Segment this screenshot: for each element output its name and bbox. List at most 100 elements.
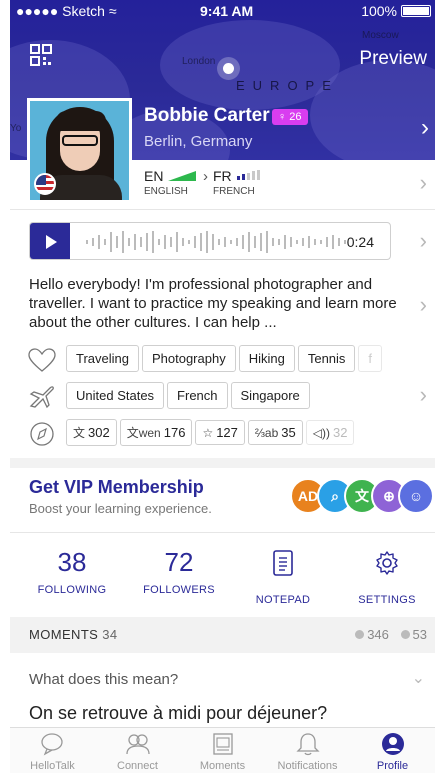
- compass-icon: [30, 422, 54, 446]
- chevron-right-icon: ›: [419, 228, 427, 253]
- star-icon: ☆: [202, 426, 214, 440]
- learning-level-bars: [237, 169, 267, 180]
- people-icon: [125, 734, 150, 755]
- tab-connect[interactable]: Connect: [95, 732, 180, 772]
- moments-count: 34: [102, 627, 118, 642]
- vip-feature-icons[interactable]: AD ⌕ 文 ⊕ ☺: [280, 478, 434, 518]
- level-bar: [247, 172, 250, 180]
- languages-row[interactable]: EN ENGLISH FR FRENCH ›: [10, 160, 435, 210]
- interests-row: Traveling Photography Hiking Tennis f: [10, 343, 435, 377]
- following-label: FOLLOWING: [37, 584, 107, 596]
- profile-screen: Moscow London EUROPE Yo ●●●●● Sketch ≈ 9…: [10, 0, 435, 773]
- followers-label: FOLLOWERS: [143, 584, 215, 596]
- stat-chip[interactable]: 文 302: [66, 419, 117, 446]
- stat-chip[interactable]: ◁)) 32: [305, 420, 355, 445]
- following-number: 38: [57, 547, 87, 577]
- level-bar: [242, 174, 245, 180]
- age-gender-badge: ♀ 26: [272, 109, 308, 125]
- transliterate-icon: 文wen: [126, 426, 161, 440]
- chevron-right-icon[interactable]: ›: [420, 292, 427, 318]
- interests-tags: Traveling Photography Hiking Tennis f: [66, 345, 385, 372]
- chevron-down-icon[interactable]: ⌄: [412, 668, 425, 688]
- stat-chip[interactable]: ☆ 127: [195, 420, 245, 445]
- native-language: EN ENGLISH: [144, 168, 188, 197]
- settings-label: SETTINGS: [358, 594, 416, 606]
- place-tag[interactable]: United States: [66, 382, 165, 409]
- profile-name: Bobbie Carter: [144, 105, 270, 126]
- places-row[interactable]: United States French Singapore ›: [10, 380, 435, 414]
- status-bar: ●●●●● Sketch ≈ 9:41 AM 100%: [10, 0, 435, 22]
- arrow-right-icon: ›: [203, 168, 208, 185]
- play-button[interactable]: [30, 223, 70, 259]
- heart-icon: [28, 348, 56, 372]
- stat-value: 302: [88, 425, 110, 440]
- section-divider: [10, 458, 435, 468]
- preview-button[interactable]: Preview: [359, 48, 427, 70]
- moments-comments: 53: [412, 627, 427, 642]
- map-location-dot: [223, 63, 234, 74]
- tab-profile[interactable]: Profile: [350, 732, 435, 772]
- learning-stats-row: 文 302 文wen 176 ☆ 127 ⅔ab 35 ◁)) 32: [10, 417, 435, 451]
- interest-tag[interactable]: Photography: [141, 345, 236, 372]
- followers-count[interactable]: 72 FOLLOWERS: [129, 547, 229, 596]
- moments-engagement: 346 53: [347, 627, 427, 642]
- tab-moments[interactable]: Moments: [180, 732, 265, 772]
- interest-tag[interactable]: f: [358, 345, 383, 372]
- gear-icon: [376, 551, 398, 575]
- places-tags: United States French Singapore: [66, 382, 313, 409]
- chat-icon: [40, 733, 63, 756]
- following-count[interactable]: 38 FOLLOWING: [22, 547, 122, 596]
- tab-profile-label: Profile: [376, 760, 409, 772]
- bell-icon: [295, 733, 320, 756]
- tab-moments-label: Moments: [199, 760, 246, 772]
- vip-subtitle: Boost your learning experience.: [29, 501, 212, 516]
- stat-value: 176: [163, 425, 186, 440]
- stat-chip[interactable]: 文wen 176: [119, 419, 193, 446]
- level-bar: [257, 169, 260, 180]
- place-tag[interactable]: French: [167, 382, 228, 409]
- bio-text: Hello everybody! I'm professional photog…: [29, 276, 397, 331]
- question-title[interactable]: What does this mean?: [29, 671, 178, 688]
- qr-code-icon[interactable]: [30, 44, 52, 66]
- smile-icon: ☺: [398, 478, 434, 514]
- level-bar: [237, 176, 240, 180]
- settings-button[interactable]: SETTINGS: [337, 547, 435, 606]
- airplane-icon: [29, 386, 54, 409]
- interest-tag[interactable]: Hiking: [238, 345, 295, 372]
- map-label-london: London: [182, 56, 216, 67]
- followers-number: 72: [164, 547, 194, 577]
- notepad-label: NOTEPAD: [255, 594, 311, 606]
- battery-icon: [401, 5, 431, 17]
- learning-language-name: FRENCH: [213, 186, 255, 197]
- stat-value: 35: [281, 425, 296, 440]
- status-time: 9:41 AM: [200, 3, 254, 19]
- interest-tag[interactable]: Traveling: [66, 345, 139, 372]
- question-text[interactable]: On se retrouve à midi pour déjeuner?: [29, 703, 327, 724]
- native-language-name: ENGLISH: [144, 186, 188, 197]
- place-tag[interactable]: Singapore: [230, 382, 310, 409]
- tab-notifications[interactable]: Notifications: [265, 732, 350, 772]
- notepad-icon: [273, 550, 293, 576]
- level-bar: [252, 171, 255, 180]
- voice-intro-row: 0:24 ›: [10, 210, 435, 270]
- profile-counts: 38 FOLLOWING 72 FOLLOWERS NOTEPAD SETTIN…: [10, 532, 435, 610]
- notepad-button[interactable]: NOTEPAD: [233, 547, 333, 606]
- map-label-moscow: Moscow: [362, 30, 399, 41]
- stat-value: 32: [332, 425, 348, 440]
- carrier-label: ●●●●● Sketch ≈: [16, 3, 117, 19]
- native-language-code: EN: [144, 168, 164, 184]
- interest-tag[interactable]: Tennis: [297, 345, 356, 372]
- moments-header[interactable]: MOMENTS 34 346 53: [10, 617, 435, 653]
- speaker-icon: ◁)): [312, 426, 330, 440]
- chevron-right-icon[interactable]: ›: [421, 114, 429, 142]
- tab-hellotalk-label: HelloTalk: [30, 760, 75, 772]
- moments-likes: 346: [367, 627, 389, 642]
- heart-icon: [355, 630, 365, 639]
- stat-chip[interactable]: ⅔ab 35: [247, 420, 303, 445]
- audio-player[interactable]: 0:24: [29, 222, 391, 260]
- vip-title[interactable]: Get VIP Membership: [29, 477, 204, 498]
- tab-notifications-label: Notifications: [277, 760, 338, 772]
- tab-hellotalk[interactable]: HelloTalk: [10, 732, 95, 772]
- map-label-city: Yo: [10, 123, 22, 134]
- comment-icon: [400, 630, 410, 639]
